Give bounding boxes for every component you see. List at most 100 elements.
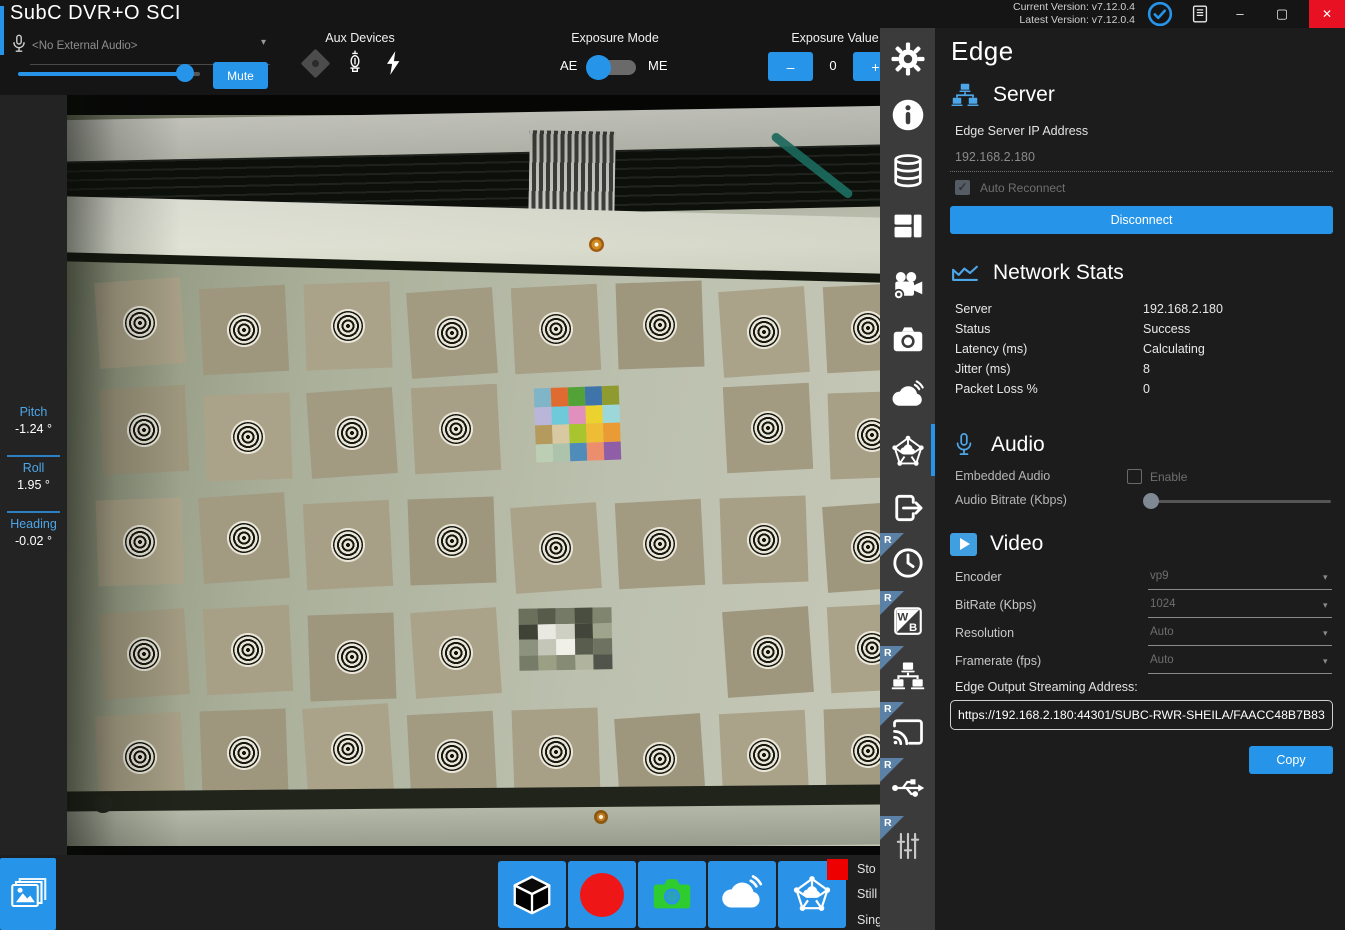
gallery-button[interactable] xyxy=(0,858,56,930)
toolbar-usb-button[interactable]: R xyxy=(880,765,935,811)
calibration-target xyxy=(203,605,293,695)
calibration-target xyxy=(200,709,289,798)
heading-value: -0.02 ° xyxy=(0,534,67,548)
network-stats-icon xyxy=(950,258,980,288)
server-section-heading: Server xyxy=(950,80,1055,110)
clipped-label-single: Sing xyxy=(857,913,882,927)
audio-bitrate-thumb[interactable] xyxy=(1143,493,1159,509)
divider xyxy=(7,511,60,513)
active-panel-indicator xyxy=(931,424,935,476)
calibration-target xyxy=(824,707,880,796)
exposure-minus-button[interactable]: – xyxy=(768,52,813,81)
bitrate-dropdown[interactable]: BitRate (Kbps)1024▾ xyxy=(955,598,1333,624)
clipped-label-storage: Sto xyxy=(857,862,876,876)
record-icon xyxy=(580,873,624,917)
volume-slider[interactable] xyxy=(18,72,200,76)
chevron-down-icon: ▾ xyxy=(1323,628,1328,639)
stream-address-input[interactable] xyxy=(950,700,1333,730)
audio-enable-checkbox[interactable] xyxy=(1127,469,1142,484)
network-stats-heading: Network Stats xyxy=(950,258,1124,288)
calibration-target xyxy=(198,492,290,584)
toggle-knob xyxy=(586,55,611,80)
toolbar-edge-button[interactable] xyxy=(880,429,935,475)
edge-panel: Edge Server Edge Server IP Address 192.1… xyxy=(935,28,1345,930)
top-control-bar: <No External Audio> ▾ Mute Aux Devices E… xyxy=(0,28,935,95)
toolbar-storage-button[interactable] xyxy=(880,148,935,194)
toolbar-layout-button[interactable] xyxy=(880,203,935,249)
video-bottom-edge xyxy=(67,846,880,855)
external-audio-select[interactable]: <No External Audio> ▾ xyxy=(32,36,270,54)
recording-flag: R xyxy=(880,758,904,782)
calibration-target xyxy=(827,603,880,693)
copy-button[interactable]: Copy xyxy=(1249,746,1333,774)
aux-lamp-icon[interactable] xyxy=(344,48,366,78)
calibration-target xyxy=(722,606,814,698)
minimize-button[interactable]: – xyxy=(1221,0,1259,28)
app-title: SubC DVR+O SCI xyxy=(10,2,181,25)
recording-flag: R xyxy=(880,816,904,840)
calibration-target xyxy=(615,499,705,589)
calibration-target xyxy=(95,712,185,802)
video-play-icon xyxy=(950,533,977,556)
ip-underline xyxy=(950,171,1333,172)
close-button[interactable]: ✕ xyxy=(1309,0,1345,28)
orange-marker-dot xyxy=(589,237,604,252)
rust-dot xyxy=(594,810,608,824)
maximize-button[interactable]: ▢ xyxy=(1263,0,1301,28)
manual-icon[interactable] xyxy=(1189,3,1211,25)
edge-action-button[interactable] xyxy=(778,861,846,928)
toolbar-cast-button[interactable]: R xyxy=(880,709,935,755)
calibration-target xyxy=(510,502,602,594)
exposure-mode-toggle[interactable] xyxy=(590,60,636,75)
chevron-down-icon: ▾ xyxy=(1323,600,1328,611)
me-label: ME xyxy=(648,58,668,73)
title-bar: SubC DVR+O SCI Current Version: v7.12.0.… xyxy=(0,0,1345,28)
calibration-target xyxy=(306,387,398,479)
telemetry-panel: Pitch -1.24 ° Roll 1.95 ° Heading -0.02 … xyxy=(0,95,67,855)
still-capture-button[interactable] xyxy=(638,861,706,928)
recording-flag: R xyxy=(880,533,904,557)
chevron-down-icon: ▾ xyxy=(1323,572,1328,583)
calibration-target xyxy=(98,608,190,700)
calibration-target xyxy=(99,385,189,475)
toolbar-export-button[interactable] xyxy=(880,485,935,531)
calibration-target xyxy=(720,496,809,585)
resolution-dropdown[interactable]: ResolutionAuto▾ xyxy=(955,626,1333,652)
roll-readout: Roll 1.95 ° xyxy=(0,461,67,492)
disconnect-button[interactable]: Disconnect xyxy=(950,206,1333,234)
aux-devices-label: Aux Devices xyxy=(317,31,403,45)
record-button[interactable] xyxy=(568,861,636,928)
toolbar-cloud-button[interactable] xyxy=(880,373,935,419)
svg-text:B: B xyxy=(909,622,917,634)
calibration-target xyxy=(410,607,502,699)
toolbar-adjustments-button[interactable]: R xyxy=(880,823,935,869)
mute-button[interactable]: Mute xyxy=(213,62,268,89)
toolbar-network-button[interactable]: R xyxy=(880,653,935,699)
ip-address-value[interactable]: 192.168.2.180 xyxy=(955,150,1035,164)
stream-address-label: Edge Output Streaming Address: xyxy=(955,680,1138,694)
toolbar-video-settings-button[interactable] xyxy=(880,263,935,309)
aux-laser-icon[interactable] xyxy=(301,49,331,79)
audio-bitrate-slider[interactable] xyxy=(935,491,1345,511)
volume-slider-thumb[interactable] xyxy=(176,64,194,82)
toolbar-rec-schedule-button[interactable]: R xyxy=(880,540,935,586)
framerate-dropdown[interactable]: Framerate (fps)Auto▾ xyxy=(955,654,1333,680)
clipped-label-stills: Still xyxy=(857,887,877,901)
aux-strobe-icon[interactable] xyxy=(382,48,404,78)
current-version: Current Version: v7.12.0.4 xyxy=(1013,1,1135,14)
toolbar-settings-button[interactable] xyxy=(880,36,935,82)
stat-row: Jitter (ms)8 xyxy=(955,362,1335,382)
grey-checker xyxy=(518,607,612,671)
toolbar-info-button[interactable] xyxy=(880,92,935,138)
toolbar-camera-button[interactable] xyxy=(880,317,935,363)
encoder-dropdown[interactable]: Encodervp9▾ xyxy=(955,570,1333,596)
toolbar-white-balance-button[interactable]: R WB xyxy=(880,598,935,644)
recording-flag: R xyxy=(880,646,904,670)
recording-flag: R xyxy=(880,591,904,615)
cube-3d-button[interactable] xyxy=(498,861,566,928)
calibration-target xyxy=(96,498,185,587)
cloud-upload-button[interactable] xyxy=(708,861,776,928)
auto-reconnect-checkbox[interactable]: ✓ xyxy=(955,180,970,195)
dark-spot xyxy=(93,795,113,813)
calibration-target xyxy=(511,284,601,374)
